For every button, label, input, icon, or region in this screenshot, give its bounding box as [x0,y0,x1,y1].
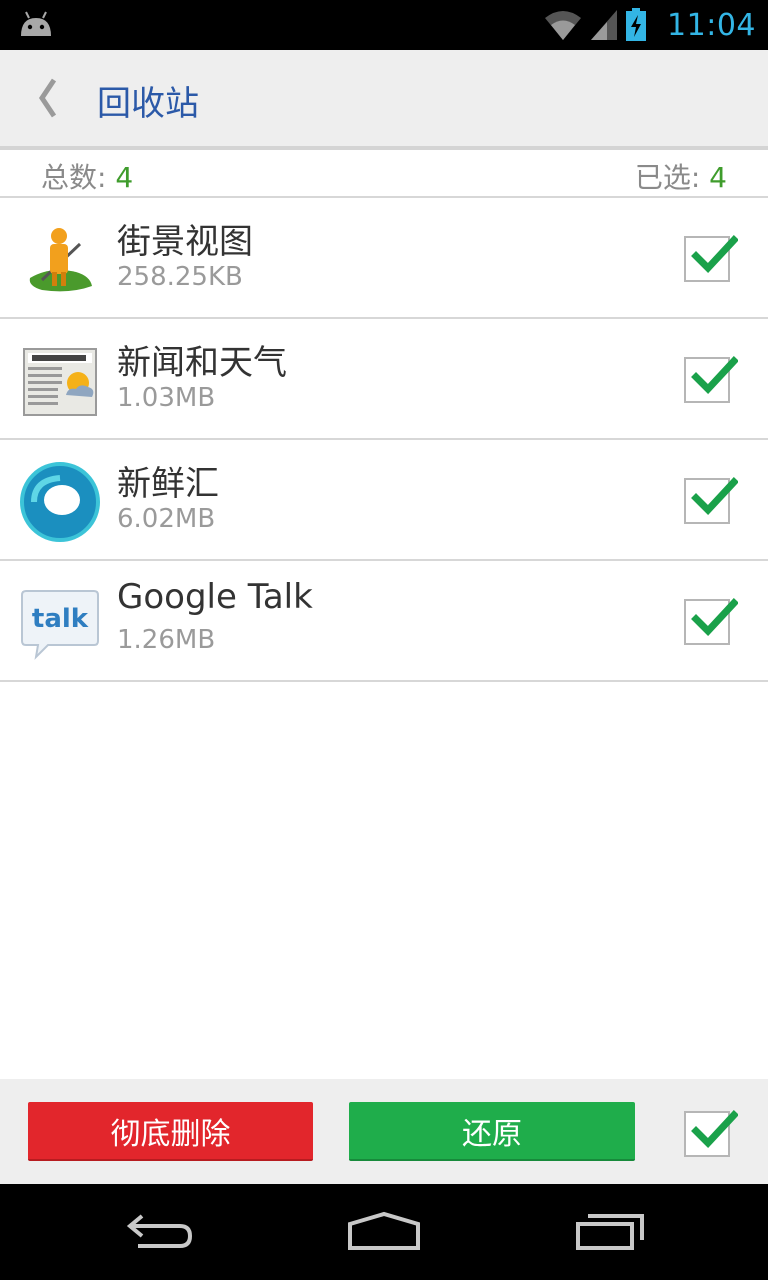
currents-icon [20,462,100,542]
battery-charging-icon [626,8,647,41]
item-checkbox[interactable] [684,356,738,403]
app-name: 新鲜汇 [117,464,219,504]
checkmark-icon [691,1110,738,1149]
app-list: 街景视图 258.25KB 新闻和天气 1.03MB 新鲜汇 6.02MB ta… [0,198,768,682]
svg-text:talk: talk [32,604,89,634]
checkmark-icon [691,598,738,637]
status-time: 11:04 [667,7,756,43]
app-name: 新闻和天气 [117,343,287,383]
app-size: 258.25KB [117,262,243,292]
back-icon[interactable] [124,1210,196,1252]
list-item[interactable]: 街景视图 258.25KB [0,198,768,319]
title-bar: 回收站 [0,50,768,146]
talk-icon: talk [21,590,99,660]
recents-icon[interactable] [574,1210,646,1252]
restore-button[interactable]: 还原 [349,1102,635,1161]
list-item[interactable]: 新鲜汇 6.02MB [0,440,768,561]
app-name: Google Talk [117,577,313,617]
action-bar: 彻底删除 还原 [0,1079,768,1184]
home-icon[interactable] [346,1210,422,1252]
chevron-left-icon[interactable] [28,74,68,122]
item-checkbox[interactable] [684,598,738,645]
item-checkbox[interactable] [684,477,738,524]
checkmark-icon [691,477,738,516]
summary-row: 总数: 4 已选: 4 [0,150,768,198]
total-count-value: 4 [115,161,134,194]
select-all-checkbox[interactable] [684,1110,738,1157]
selected-label-text: 已选: [634,161,710,194]
app-size: 1.26MB [117,625,216,655]
android-icon [21,11,51,36]
wifi-icon [545,11,582,40]
app-size: 6.02MB [117,504,216,534]
app-size: 1.03MB [117,383,216,413]
signal-icon [591,10,618,40]
delete-permanently-button[interactable]: 彻底删除 [28,1102,313,1161]
checkmark-icon [691,356,738,395]
total-label-text: 总数: [41,161,116,194]
page-title: 回收站 [97,84,199,124]
navigation-bar [0,1184,768,1280]
selected-count-label: 已选: 4 [635,156,727,196]
list-item[interactable]: 新闻和天气 1.03MB [0,319,768,440]
status-bar: 11:04 [0,0,768,50]
checkmark-icon [691,235,738,274]
item-checkbox[interactable] [684,235,738,282]
street-view-icon [29,228,92,292]
selected-count-value: 4 [709,161,727,194]
total-count-label: 总数: 4 [41,156,133,196]
news-weather-icon [23,348,97,416]
app-name: 街景视图 [117,222,253,262]
list-item[interactable]: talk Google Talk 1.26MB [0,561,768,682]
